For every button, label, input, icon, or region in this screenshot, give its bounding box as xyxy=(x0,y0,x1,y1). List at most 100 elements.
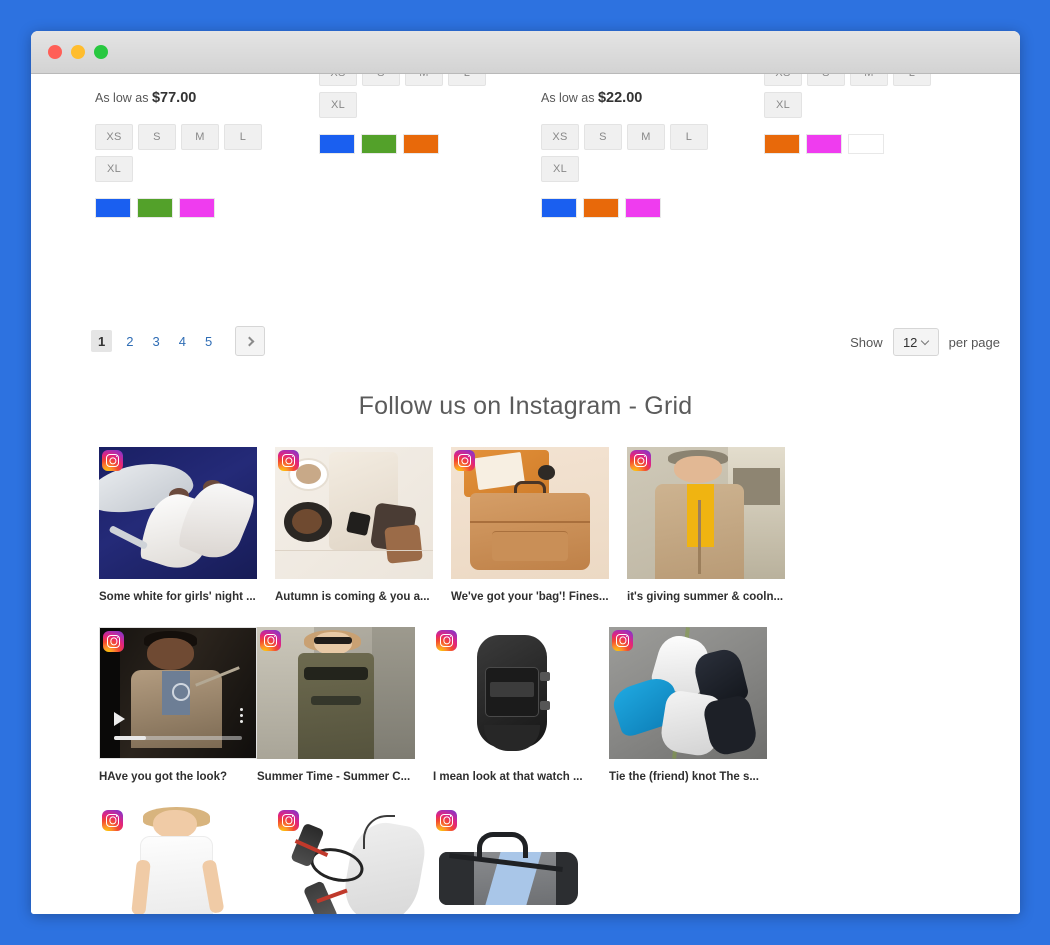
chevron-down-icon xyxy=(921,336,930,345)
color-option-magenta[interactable] xyxy=(625,198,661,218)
instagram-icon xyxy=(278,809,299,831)
instagram-section-title: Follow us on Instagram - Grid xyxy=(358,392,693,420)
color-option-orange[interactable] xyxy=(583,198,619,218)
color-option-blue[interactable] xyxy=(541,198,577,218)
instagram-post[interactable]: I mean look at that watch ... xyxy=(433,626,591,785)
product-card[interactable]: As low as $77.00 XS S M L XL xyxy=(95,90,275,218)
pagination-page-5[interactable]: 5 xyxy=(200,330,217,352)
instagram-icon xyxy=(278,450,299,471)
pagination: 1 2 3 4 5 xyxy=(91,326,266,356)
per-page-select[interactable]: 12 xyxy=(892,328,939,356)
color-option-blue[interactable] xyxy=(319,134,355,154)
instagram-caption: Summer Time - Summer C... xyxy=(257,770,411,783)
instagram-caption: Tie the (friend) knot The s... xyxy=(609,770,759,783)
pagination-next-button[interactable] xyxy=(235,326,266,356)
size-option-m[interactable]: M xyxy=(627,124,665,150)
per-page-suffix-label: per page xyxy=(948,334,1000,350)
size-option-m[interactable]: M xyxy=(405,74,443,86)
size-option-xs[interactable]: XS xyxy=(319,74,357,86)
color-swatch-group xyxy=(764,134,944,154)
size-option-l[interactable]: L xyxy=(893,74,931,86)
instagram-thumbnail[interactable] xyxy=(609,626,767,759)
price-prefix-label: As low as xyxy=(95,91,149,105)
color-option-magenta[interactable] xyxy=(806,134,842,154)
instagram-video-thumbnail[interactable] xyxy=(99,626,257,759)
product-card[interactable]: XS S M L XL xyxy=(764,74,944,154)
product-card[interactable]: XS S M L XL xyxy=(319,74,499,154)
instagram-thumbnail[interactable] xyxy=(433,626,591,759)
instagram-post[interactable]: it's giving summer & cooln... xyxy=(627,447,785,605)
instagram-post[interactable]: Some white for girls' night ... xyxy=(99,447,257,605)
color-option-blue[interactable] xyxy=(95,198,131,218)
instagram-post[interactable]: The Breathe Easy Tank is s... xyxy=(99,806,257,914)
instagram-post[interactable]: We've got your 'bag'! Fines... xyxy=(451,447,609,605)
size-option-xs[interactable]: XS xyxy=(95,124,133,150)
video-progress-bar[interactable] xyxy=(114,735,242,740)
instagram-icon xyxy=(102,450,123,471)
color-option-green[interactable] xyxy=(361,134,397,154)
per-page-limiter: Show 12 per page xyxy=(850,328,1000,356)
window-close-button[interactable] xyxy=(48,45,62,59)
instagram-icon xyxy=(630,450,651,471)
instagram-post[interactable] xyxy=(433,806,591,914)
instagram-caption: I mean look at that watch ... xyxy=(433,770,583,783)
size-swatch-group: XS S M L XL xyxy=(764,74,944,124)
size-option-s[interactable]: S xyxy=(807,74,845,86)
instagram-icon xyxy=(103,630,124,652)
instagram-icon xyxy=(612,629,633,651)
size-option-s[interactable]: S xyxy=(138,124,176,150)
pagination-page-1[interactable]: 1 xyxy=(91,330,113,352)
video-progress-fill xyxy=(114,735,146,740)
instagram-post[interactable]: Tie the (friend) knot The s... xyxy=(609,626,767,785)
instagram-thumbnail[interactable] xyxy=(433,806,591,914)
color-option-orange[interactable] xyxy=(764,134,800,154)
product-card[interactable]: As low as $22.00 XS S M L XL xyxy=(541,90,721,218)
size-option-xs[interactable]: XS xyxy=(764,74,802,86)
size-option-l[interactable]: L xyxy=(448,74,486,86)
color-option-green[interactable] xyxy=(137,198,173,218)
instagram-caption: HAve you got the look? xyxy=(99,770,227,783)
size-option-m[interactable]: M xyxy=(181,124,219,150)
instagram-thumbnail[interactable] xyxy=(451,447,609,579)
instagram-thumbnail[interactable] xyxy=(99,447,257,579)
size-option-xs[interactable]: XS xyxy=(541,124,579,150)
window-titlebar xyxy=(31,31,1020,74)
instagram-thumbnail[interactable] xyxy=(99,806,257,914)
play-icon[interactable] xyxy=(114,711,125,726)
catalog-toolbar: 1 2 3 4 5 Show 12 per page xyxy=(31,316,1020,378)
instagram-post[interactable]: Autumn is coming & you a... xyxy=(275,447,433,605)
color-option-white[interactable] xyxy=(848,134,884,154)
size-option-s[interactable]: S xyxy=(584,124,622,150)
size-option-l[interactable]: L xyxy=(224,124,262,150)
window-maximize-button[interactable] xyxy=(94,45,108,59)
size-option-xl[interactable]: XL xyxy=(319,92,357,118)
instagram-caption: We've got your 'bag'! Fines... xyxy=(451,591,609,603)
page-viewport: As low as $77.00 XS S M L XL XL As low a… xyxy=(31,74,1020,914)
size-option-l[interactable]: L xyxy=(670,124,708,150)
product-price: As low as $22.00 xyxy=(541,90,721,106)
instagram-thumbnail[interactable] xyxy=(257,626,415,759)
instagram-post[interactable]: HAve you got the look? xyxy=(99,626,257,785)
instagram-icon xyxy=(102,809,123,831)
instagram-thumbnail[interactable] xyxy=(275,447,433,579)
size-option-xl[interactable]: XL xyxy=(764,92,802,118)
instagram-post[interactable]: One kit to keep you fit - At ... xyxy=(275,806,433,914)
pagination-page-4[interactable]: 4 xyxy=(174,330,191,352)
window-minimize-button[interactable] xyxy=(71,45,85,59)
instagram-icon xyxy=(436,629,457,651)
instagram-caption: Autumn is coming & you a... xyxy=(275,591,430,603)
more-options-icon[interactable] xyxy=(240,707,243,726)
instagram-thumbnail[interactable] xyxy=(627,447,785,579)
price-prefix-label: As low as xyxy=(541,91,595,105)
instagram-post[interactable]: Summer Time - Summer C... xyxy=(257,626,415,785)
size-option-xl[interactable]: XL xyxy=(541,156,579,182)
color-option-magenta[interactable] xyxy=(179,198,215,218)
size-option-xl[interactable]: XL xyxy=(95,156,133,182)
pagination-page-2[interactable]: 2 xyxy=(121,330,138,352)
color-option-orange[interactable] xyxy=(403,134,439,154)
instagram-thumbnail[interactable] xyxy=(275,806,433,914)
pagination-page-3[interactable]: 3 xyxy=(147,330,164,352)
size-option-s[interactable]: S xyxy=(362,74,400,86)
size-option-m[interactable]: M xyxy=(850,74,888,86)
instagram-icon xyxy=(436,809,457,831)
